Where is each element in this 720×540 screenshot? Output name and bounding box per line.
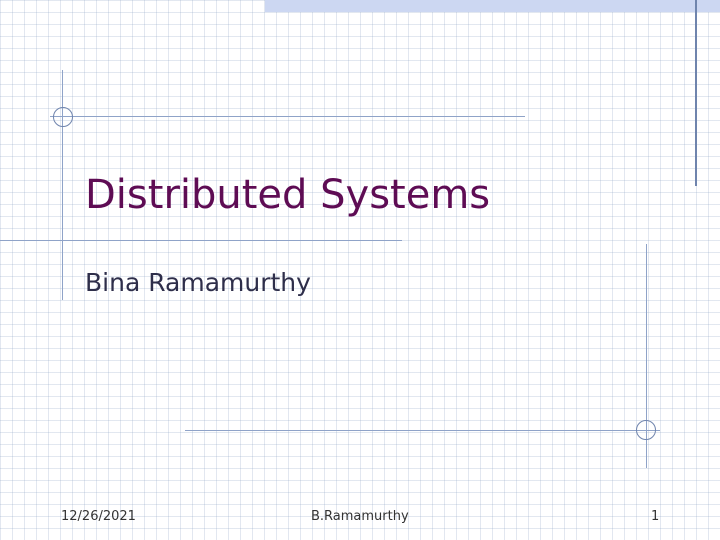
- circle-ornament-top: [53, 107, 73, 127]
- slide-title: Distributed Systems: [85, 172, 491, 218]
- horizontal-rule-bottom: [185, 430, 660, 431]
- top-accent-bar: [265, 0, 720, 12]
- circle-ornament-bottom: [636, 420, 656, 440]
- horizontal-rule-middle: [0, 240, 402, 241]
- slide-subtitle: Bina Ramamurthy: [85, 268, 311, 297]
- horizontal-rule-top: [50, 116, 525, 117]
- slide-number: 1: [651, 509, 660, 524]
- footer-date: 12/26/2021: [61, 509, 136, 524]
- footer-author: B.Ramamurthy: [311, 509, 409, 524]
- slide: Distributed Systems Bina Ramamurthy 12/2…: [0, 0, 720, 540]
- vertical-rule-left: [62, 70, 63, 300]
- vertical-rule-right-top: [695, 0, 697, 186]
